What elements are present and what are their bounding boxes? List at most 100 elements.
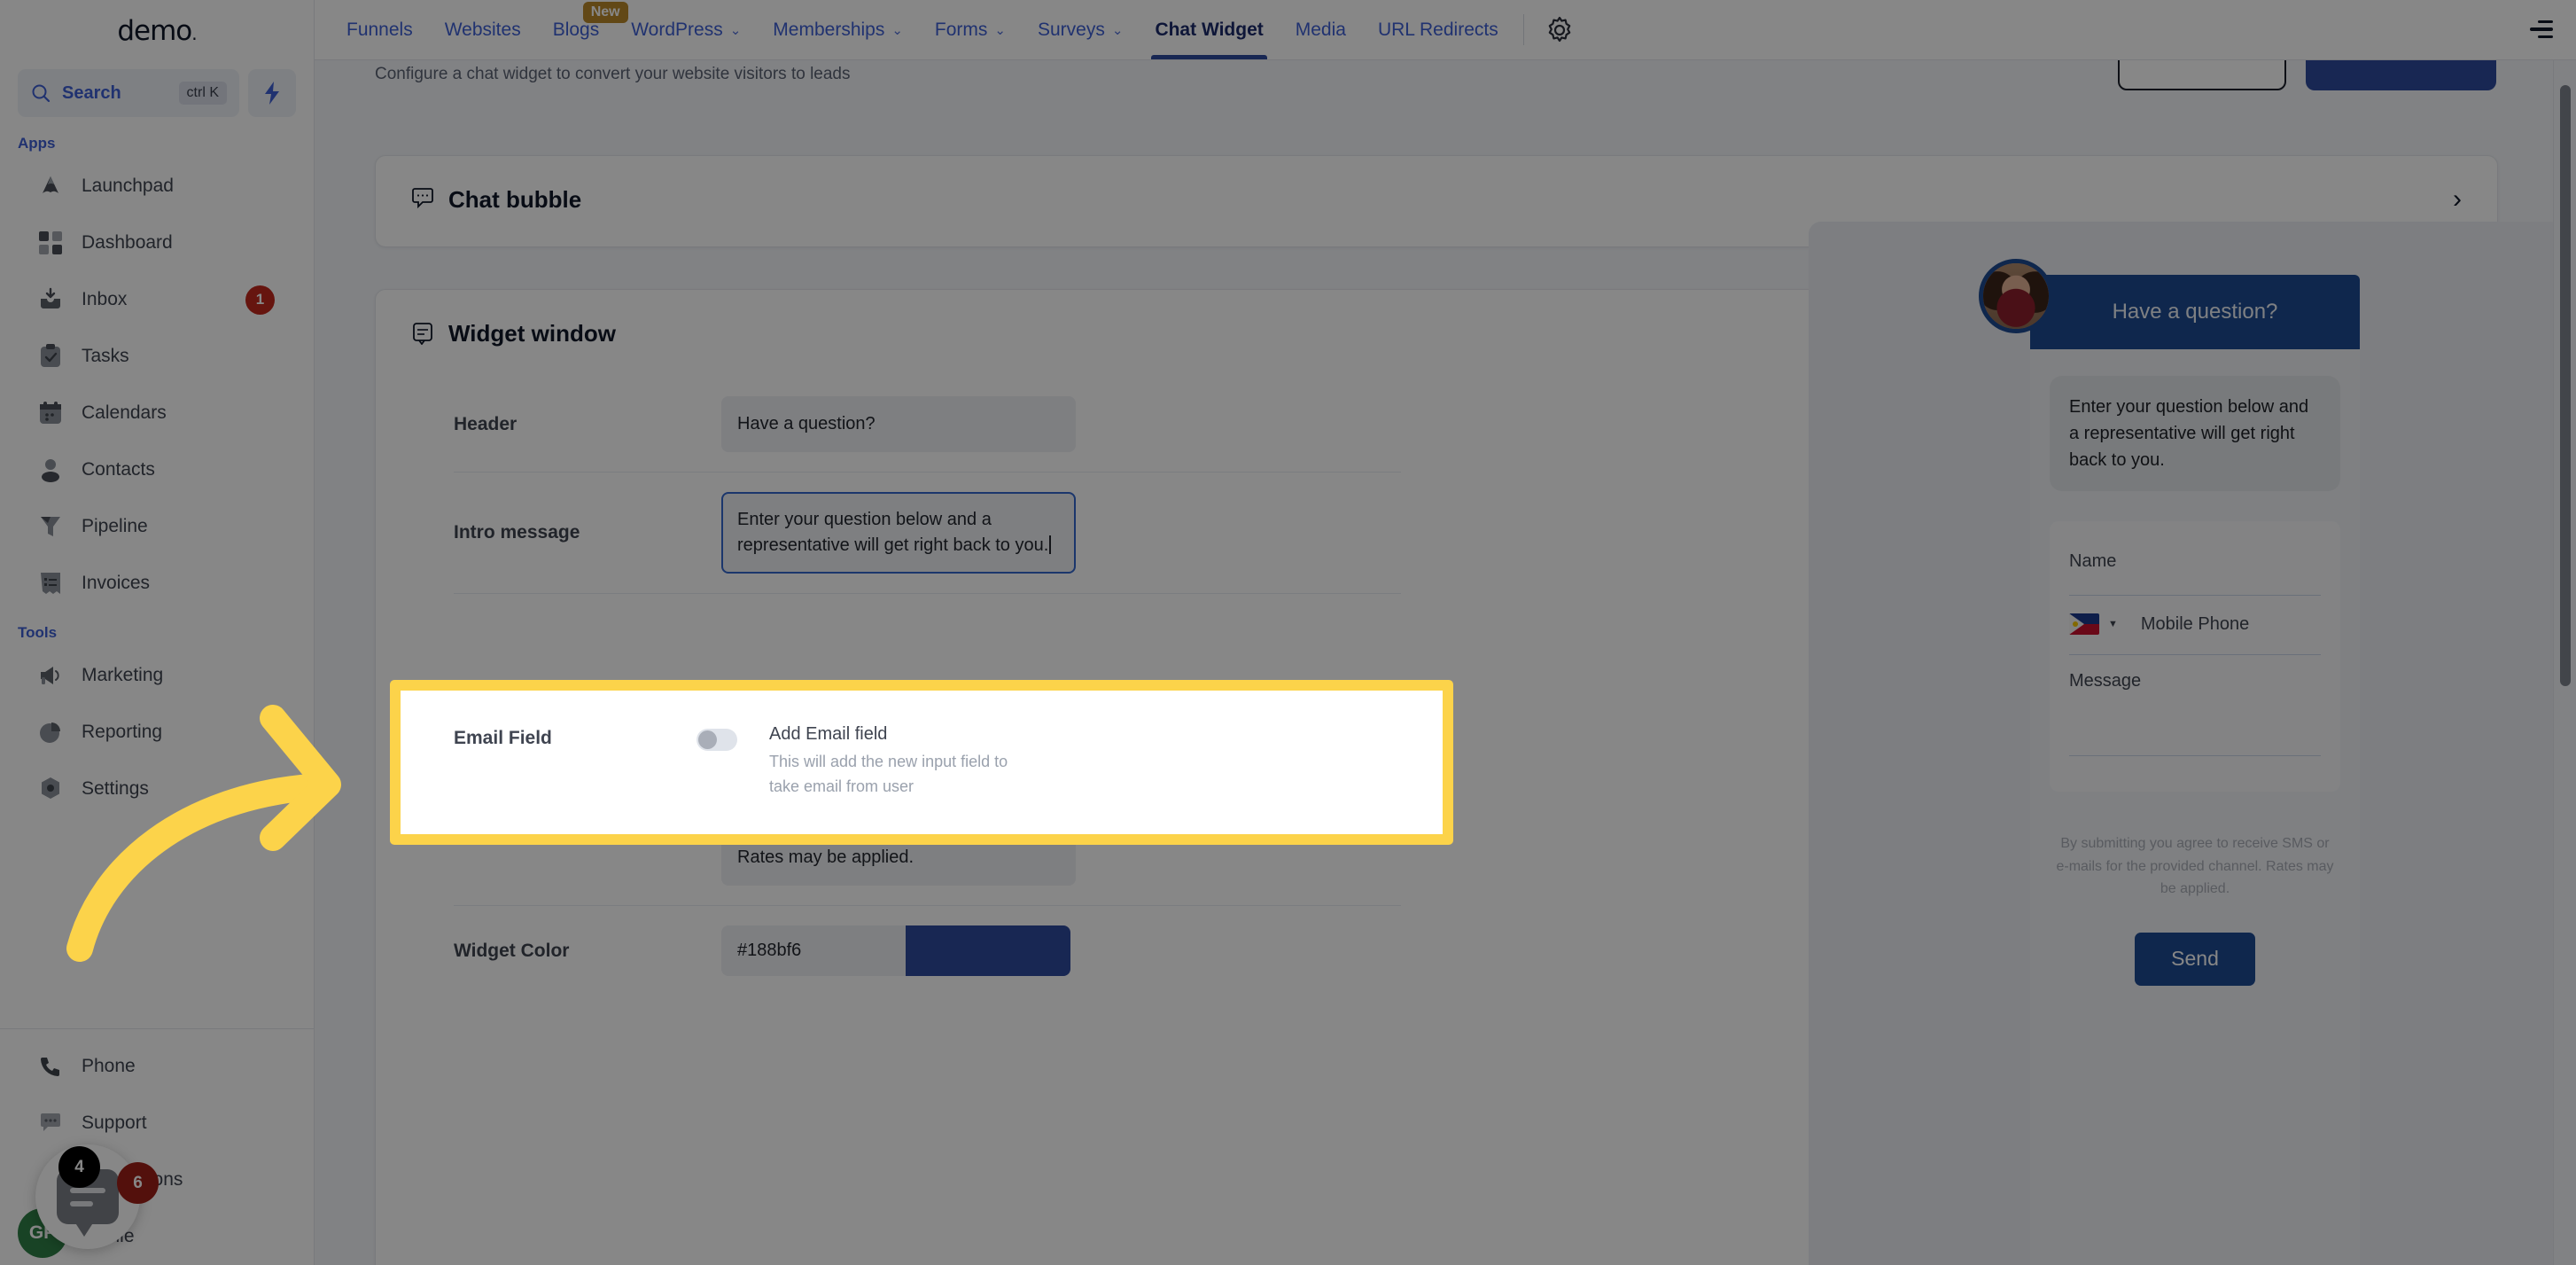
tab-funnels[interactable]: Funnels bbox=[331, 0, 429, 59]
page-scrollbar[interactable] bbox=[2553, 60, 2576, 1265]
tab-forms[interactable]: Forms ⌄ bbox=[919, 0, 1022, 59]
preview-phone-field[interactable]: ▼ Mobile Phone bbox=[2069, 605, 2321, 655]
tab-media[interactable]: Media bbox=[1280, 0, 1362, 59]
sidebar-item-label: Pipeline bbox=[82, 516, 148, 536]
person-icon bbox=[37, 457, 64, 483]
sidebar-item-inbox[interactable]: Inbox 1 bbox=[0, 271, 314, 328]
intro-message-input[interactable]: Enter your question below and a represen… bbox=[721, 492, 1076, 574]
preview-name-placeholder: Name bbox=[2069, 551, 2117, 571]
tab-url-redirects[interactable]: URL Redirects bbox=[1362, 0, 1514, 59]
preview-message-placeholder: Message bbox=[2069, 671, 2142, 691]
preview-legal-text: By submitting you agree to receive SMS o… bbox=[2056, 836, 2334, 897]
sidebar-item-tasks[interactable]: Tasks bbox=[0, 328, 314, 385]
nav-divider bbox=[1522, 14, 1524, 45]
brand-logo-text: demo bbox=[117, 15, 192, 47]
clipboard-check-icon bbox=[37, 343, 64, 370]
text-caret bbox=[1049, 535, 1052, 554]
sidebar-item-contacts[interactable]: Contacts bbox=[0, 441, 314, 498]
brand-logo-dot: . bbox=[191, 23, 197, 44]
top-navigation: Funnels Websites Blogs New WordPress ⌄ M… bbox=[315, 0, 2576, 60]
tab-websites[interactable]: Websites bbox=[429, 0, 537, 59]
field-underline bbox=[2069, 654, 2321, 655]
widget-preview-panel: Have a question? Enter your question bel… bbox=[1809, 222, 2576, 1265]
tab-chat-widget[interactable]: Chat Widget bbox=[1139, 0, 1279, 59]
tab-label: WordPress bbox=[631, 19, 723, 40]
tab-label: Surveys bbox=[1038, 19, 1105, 40]
agent-avatar bbox=[1979, 259, 2053, 333]
preview-header-title: Have a question? bbox=[2112, 300, 2278, 324]
preview-phone-placeholder: Mobile Phone bbox=[2140, 613, 2250, 634]
collapse-sidebar-icon[interactable] bbox=[2530, 18, 2557, 41]
search-row: Search ctrl K bbox=[0, 62, 314, 122]
sidebar-item-label: Calendars bbox=[82, 402, 167, 423]
field-underline bbox=[2069, 755, 2321, 756]
search-icon bbox=[32, 84, 51, 103]
search-input[interactable]: Search ctrl K bbox=[18, 69, 239, 117]
lightning-bolt-icon bbox=[265, 82, 279, 105]
chat-launcher-button[interactable]: 4 6 bbox=[35, 1144, 159, 1249]
inbox-icon bbox=[37, 286, 64, 313]
sidebar-item-label: Inbox bbox=[82, 289, 128, 309]
sidebar-item-launchpad[interactable]: Launchpad bbox=[0, 158, 314, 215]
app-root: demo. Search ctrl K Apps Launchpad Dashb… bbox=[0, 0, 2576, 1265]
tab-label: Websites bbox=[444, 19, 521, 40]
header-label: Header bbox=[454, 413, 518, 434]
sidebar-bottom-nav: Phone Support Notifications Profile GP bbox=[0, 1007, 314, 1265]
tab-surveys[interactable]: Surveys ⌄ bbox=[1022, 0, 1139, 59]
tab-label: URL Redirects bbox=[1377, 19, 1498, 40]
email-field-highlight: Email Field Add Email field This will ad… bbox=[390, 680, 1453, 845]
sidebar-item-pipeline[interactable]: Pipeline bbox=[0, 498, 314, 555]
chevron-down-icon: ⌄ bbox=[891, 22, 903, 38]
preview-name-field[interactable]: Name bbox=[2069, 544, 2321, 596]
sidebar-item-label: Phone bbox=[82, 1056, 136, 1076]
header-input[interactable]: Have a question? bbox=[721, 396, 1076, 452]
sidebar-item-dashboard[interactable]: Dashboard bbox=[0, 215, 314, 271]
sidebar-item-invoices[interactable]: Invoices bbox=[0, 555, 314, 612]
section-title: Widget window bbox=[448, 319, 616, 347]
row-widget-color: Widget Color #188bf6 bbox=[454, 906, 1401, 996]
tab-label: Forms bbox=[934, 19, 988, 40]
row-email-field: Email Field Add Email field This will ad… bbox=[401, 691, 1443, 834]
search-label: Search bbox=[62, 82, 121, 103]
preview-intro-bubble: Enter your question below and a represen… bbox=[2050, 376, 2340, 491]
sidebar-item-phone[interactable]: Phone bbox=[0, 1038, 314, 1095]
invoice-icon bbox=[37, 570, 64, 597]
sidebar-item-support[interactable]: Support bbox=[0, 1095, 314, 1152]
sidebar-item-label: Tasks bbox=[82, 346, 129, 366]
preview-send-button[interactable]: Send bbox=[2135, 932, 2255, 986]
header-actions bbox=[2118, 60, 2496, 90]
sidebar-item-label: Support bbox=[82, 1113, 147, 1133]
chevron-down-icon: ⌄ bbox=[994, 22, 1006, 38]
search-shortcut: ctrl K bbox=[178, 82, 227, 105]
brand-logo[interactable]: demo. bbox=[117, 15, 197, 47]
chevron-right-icon[interactable]: › bbox=[2453, 186, 2462, 213]
preview-message-field[interactable]: Message bbox=[2069, 664, 2321, 756]
chevron-down-icon: ⌄ bbox=[729, 22, 742, 38]
launcher-badge-dark: 4 bbox=[58, 1146, 100, 1188]
tab-label: Funnels bbox=[346, 19, 413, 40]
settings-button[interactable] bbox=[1533, 0, 1586, 59]
primary-action-button[interactable] bbox=[2306, 60, 2496, 90]
tab-label: Memberships bbox=[773, 19, 885, 40]
widget-color-swatch[interactable] bbox=[906, 925, 1070, 976]
sidebar-item-calendars[interactable]: Calendars bbox=[0, 385, 314, 441]
toggle-help: This will add the new input field to tak… bbox=[769, 753, 1008, 795]
preview-header: Have a question? bbox=[1979, 259, 2360, 349]
tab-memberships[interactable]: Memberships ⌄ bbox=[757, 0, 919, 59]
add-email-field-toggle[interactable] bbox=[697, 729, 737, 751]
quick-action-button[interactable] bbox=[248, 69, 296, 117]
phone-icon bbox=[37, 1053, 64, 1080]
tab-wordpress[interactable]: WordPress ⌄ bbox=[615, 0, 757, 59]
scrollbar-thumb[interactable] bbox=[2560, 85, 2571, 686]
widget-color-input[interactable]: #188bf6 bbox=[721, 925, 906, 976]
gear-icon bbox=[1548, 16, 1571, 42]
funnel-icon bbox=[37, 513, 64, 540]
intro-message-value: Enter your question below and a represen… bbox=[737, 510, 1049, 555]
secondary-action-button[interactable] bbox=[2118, 60, 2286, 90]
grid-icon bbox=[37, 230, 64, 256]
sidebar: demo. Search ctrl K Apps Launchpad Dashb… bbox=[0, 0, 315, 1265]
row-header: Header Have a question? bbox=[454, 377, 1401, 472]
chevron-down-icon[interactable]: ▼ bbox=[2108, 619, 2118, 629]
tab-blogs[interactable]: Blogs New bbox=[537, 0, 628, 59]
sidebar-group-title-apps: Apps bbox=[18, 135, 56, 152]
